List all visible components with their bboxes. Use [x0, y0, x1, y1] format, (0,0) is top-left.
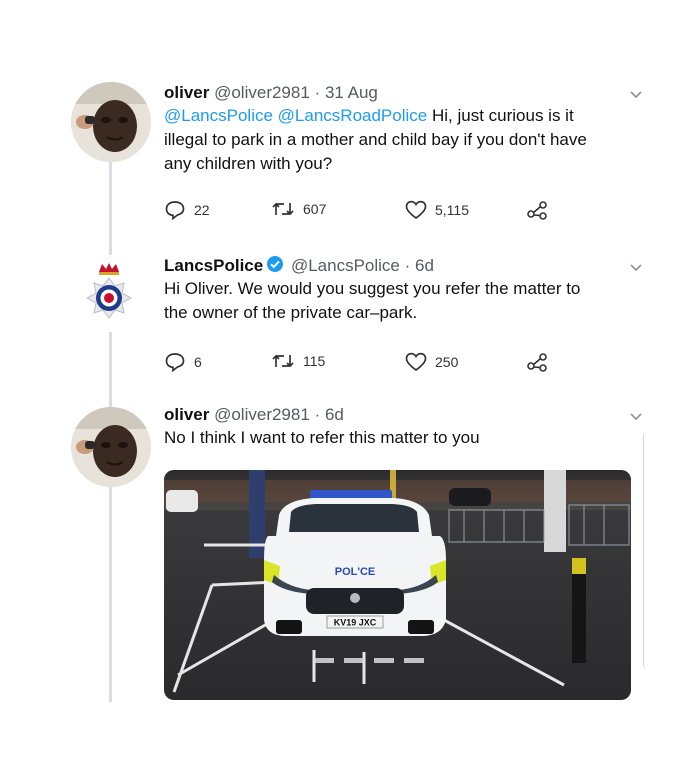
tweet-header: oliver @oliver2981 · 31 Aug — [164, 82, 634, 104]
display-name[interactable]: oliver — [164, 405, 209, 424]
thread-line — [109, 487, 112, 702]
separator: · — [404, 256, 411, 275]
tweet-actions: 6 115 250 — [164, 352, 564, 376]
tweet-text: @LancsPolice @LancsRoadPolice Hi, just c… — [164, 104, 634, 176]
tweet-date[interactable]: 6d — [415, 256, 434, 275]
chevron-down-icon[interactable] — [628, 259, 644, 275]
tweet-actions: 22 607 5,115 — [164, 200, 564, 224]
retweet-count: 607 — [303, 201, 327, 217]
tweet-text-line: illegal to park in a mother and child ba… — [164, 130, 587, 149]
display-name[interactable]: oliver — [164, 83, 209, 102]
share-button[interactable] — [526, 352, 550, 372]
tweet-header: oliver @oliver2981 · 6d — [164, 404, 634, 426]
retweet-button[interactable]: 607 — [271, 200, 326, 218]
verified-badge-icon — [267, 256, 284, 272]
display-name[interactable]: LancsPolice — [164, 256, 263, 275]
tweet-text-line: any children with you? — [164, 154, 333, 173]
tweet[interactable]: oliver @oliver2981 · 6d No I think I wan… — [164, 404, 642, 450]
reply-button[interactable]: 6 — [164, 352, 202, 372]
user-handle[interactable]: @oliver2981 — [214, 83, 310, 102]
share-button[interactable] — [526, 200, 550, 220]
heart-icon — [405, 352, 427, 372]
share-icon — [527, 353, 547, 372]
like-count: 250 — [435, 354, 459, 370]
separator: · — [314, 83, 321, 102]
separator: · — [314, 405, 321, 424]
tweet-date[interactable]: 6d — [325, 405, 344, 424]
chevron-down-icon[interactable] — [628, 408, 644, 424]
heart-icon — [405, 200, 427, 220]
user-handle[interactable]: @oliver2981 — [214, 405, 310, 424]
retweet-icon — [272, 354, 294, 368]
thread-line — [109, 160, 112, 255]
retweet-count: 115 — [303, 353, 326, 369]
tweet-text-line: Hi Oliver. We would you suggest you refe… — [164, 279, 581, 298]
retweet-button[interactable]: 115 — [271, 352, 325, 370]
reply-count: 6 — [194, 354, 202, 370]
like-button[interactable]: 250 — [405, 352, 458, 372]
reply-count: 22 — [194, 202, 210, 218]
tweet-text-line: No I think I want to refer this matter t… — [164, 428, 480, 447]
license-plate: KV19 JXC — [334, 618, 377, 628]
tweet[interactable]: oliver @oliver2981 · 31 Aug @LancsPolice… — [164, 82, 642, 176]
tweet-text: Hi Oliver. We would you suggest you refe… — [164, 277, 634, 325]
tweet-text: No I think I want to refer this matter t… — [164, 426, 634, 450]
tweet-date[interactable]: 31 Aug — [325, 83, 378, 102]
reply-icon — [165, 353, 185, 372]
retweet-icon — [272, 202, 294, 216]
tweet-text-line: the owner of the private car–park. — [164, 303, 418, 322]
reply-icon — [165, 201, 185, 220]
avatar[interactable] — [71, 407, 151, 487]
mention-link[interactable]: @LancsPolice — [164, 106, 273, 125]
tweet-header: LancsPolice @LancsPolice · 6d — [164, 255, 634, 277]
tweet-photo[interactable]: KV19 JXC POL'CE — [164, 470, 631, 700]
tweet-text-line: Hi, just curious is it — [431, 106, 574, 125]
scrollbar[interactable] — [643, 433, 649, 668]
avatar[interactable] — [71, 82, 151, 162]
like-count: 5,115 — [435, 202, 469, 218]
police-lettering: POL'CE — [335, 566, 376, 578]
thread-line — [109, 332, 112, 412]
avatar[interactable] — [78, 262, 140, 334]
mention-link[interactable]: @LancsRoadPolice — [278, 106, 428, 125]
tweet[interactable]: LancsPolice @LancsPolice · 6d Hi Oliver.… — [164, 255, 642, 325]
user-handle[interactable]: @LancsPolice — [291, 256, 400, 275]
reply-button[interactable]: 22 — [164, 200, 210, 220]
like-button[interactable]: 5,115 — [405, 200, 469, 220]
chevron-down-icon[interactable] — [628, 86, 644, 102]
share-icon — [527, 201, 547, 220]
